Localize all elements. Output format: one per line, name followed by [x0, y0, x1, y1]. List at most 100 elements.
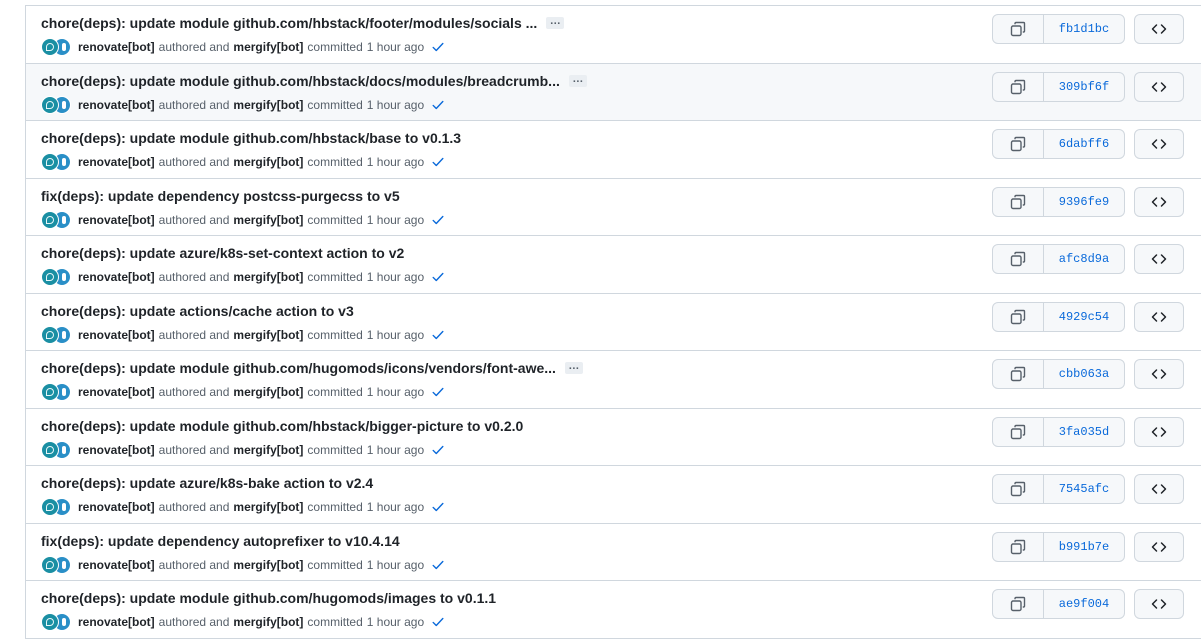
- check-icon[interactable]: [431, 558, 445, 572]
- avatar-stack[interactable]: [41, 153, 75, 171]
- avatar[interactable]: [41, 325, 59, 344]
- committer-link[interactable]: mergify[bot]: [233, 328, 303, 342]
- avatar[interactable]: [41, 440, 59, 459]
- commit-sha-link[interactable]: 3fa035d: [1044, 418, 1124, 446]
- author-link[interactable]: renovate[bot]: [78, 213, 155, 227]
- browse-repo-button[interactable]: [1134, 244, 1184, 274]
- expand-message-button[interactable]: …: [546, 16, 565, 29]
- copy-sha-button[interactable]: [993, 590, 1044, 618]
- avatar[interactable]: [41, 498, 59, 516]
- avatar[interactable]: [41, 555, 59, 574]
- commit-sha-link[interactable]: 6dabff6: [1044, 130, 1124, 158]
- check-icon[interactable]: [431, 270, 445, 284]
- commit-sha-link[interactable]: fb1d1bc: [1044, 15, 1124, 43]
- browse-repo-button[interactable]: [1134, 531, 1184, 562]
- browse-repo-button[interactable]: [1134, 589, 1184, 619]
- browse-repo-button[interactable]: [1134, 416, 1184, 447]
- author-link[interactable]: renovate[bot]: [78, 98, 155, 112]
- expand-message-button[interactable]: …: [568, 73, 587, 87]
- commit-title-link[interactable]: chore(deps): update module github.com/hb…: [41, 418, 523, 434]
- avatar-stack[interactable]: [41, 38, 75, 56]
- avatar-stack[interactable]: [41, 268, 75, 286]
- commit-title-link[interactable]: chore(deps): update azure/k8s-set-contex…: [41, 245, 404, 261]
- copy-sha-button[interactable]: [993, 360, 1044, 388]
- avatar[interactable]: [41, 153, 59, 171]
- commit-title-link[interactable]: chore(deps): update module github.com/hb…: [41, 15, 537, 31]
- copy-sha-button[interactable]: [993, 532, 1044, 561]
- author-link[interactable]: renovate[bot]: [78, 328, 155, 342]
- author-link[interactable]: renovate[bot]: [78, 385, 155, 399]
- copy-sha-button[interactable]: [993, 130, 1044, 158]
- committer-link[interactable]: mergify[bot]: [233, 558, 303, 572]
- commit-sha-link[interactable]: b991b7e: [1044, 533, 1124, 561]
- avatar-stack[interactable]: [41, 95, 75, 114]
- avatar[interactable]: [41, 613, 59, 631]
- commit-sha-link[interactable]: 4929c54: [1044, 303, 1124, 331]
- author-link[interactable]: renovate[bot]: [78, 558, 155, 572]
- commit-sha-link[interactable]: ae9f004: [1044, 590, 1124, 618]
- commit-sha-link[interactable]: 9396fe9: [1044, 188, 1124, 216]
- avatar-stack[interactable]: [41, 555, 75, 574]
- avatar-stack[interactable]: [41, 498, 75, 516]
- check-icon[interactable]: [431, 213, 445, 227]
- commit-title-link[interactable]: chore(deps): update module github.com/hb…: [41, 73, 560, 89]
- commit-title-link[interactable]: fix(deps): update dependency postcss-pur…: [41, 188, 400, 204]
- copy-sha-button[interactable]: [993, 475, 1044, 503]
- commit-sha-link[interactable]: 309bf6f: [1044, 73, 1124, 101]
- copy-sha-button[interactable]: [993, 15, 1044, 43]
- committer-link[interactable]: mergify[bot]: [233, 270, 303, 284]
- commit-sha-link[interactable]: afc8d9a: [1044, 245, 1124, 273]
- commit-title-link[interactable]: chore(deps): update module github.com/hb…: [41, 130, 461, 146]
- browse-repo-button[interactable]: [1134, 71, 1184, 102]
- check-icon[interactable]: [431, 98, 445, 112]
- avatar-stack[interactable]: [41, 440, 75, 459]
- avatar-stack[interactable]: [41, 210, 75, 229]
- commit-sha-link[interactable]: 7545afc: [1044, 475, 1124, 503]
- browse-repo-button[interactable]: [1134, 474, 1184, 504]
- avatar-stack[interactable]: [41, 325, 75, 344]
- author-link[interactable]: renovate[bot]: [78, 500, 155, 514]
- committer-link[interactable]: mergify[bot]: [233, 213, 303, 227]
- avatar-stack[interactable]: [41, 613, 75, 631]
- check-icon[interactable]: [431, 155, 445, 169]
- copy-sha-button[interactable]: [993, 72, 1044, 101]
- committer-link[interactable]: mergify[bot]: [233, 155, 303, 169]
- author-link[interactable]: renovate[bot]: [78, 155, 155, 169]
- copy-sha-button[interactable]: [993, 417, 1044, 446]
- avatar[interactable]: [41, 95, 59, 114]
- author-link[interactable]: renovate[bot]: [78, 443, 155, 457]
- avatar[interactable]: [41, 268, 59, 286]
- commit-title-link[interactable]: chore(deps): update actions/cache action…: [41, 303, 354, 319]
- check-icon[interactable]: [431, 500, 445, 514]
- author-link[interactable]: renovate[bot]: [78, 40, 155, 54]
- committer-link[interactable]: mergify[bot]: [233, 98, 303, 112]
- committer-link[interactable]: mergify[bot]: [233, 615, 303, 629]
- browse-repo-button[interactable]: [1134, 129, 1184, 159]
- check-icon[interactable]: [431, 328, 445, 342]
- commit-title-link[interactable]: chore(deps): update module github.com/hu…: [41, 590, 496, 606]
- copy-sha-button[interactable]: [993, 187, 1044, 216]
- committer-link[interactable]: mergify[bot]: [233, 40, 303, 54]
- commit-title-link[interactable]: chore(deps): update module github.com/hu…: [41, 360, 556, 376]
- avatar[interactable]: [41, 210, 59, 229]
- check-icon[interactable]: [431, 40, 445, 54]
- copy-sha-button[interactable]: [993, 245, 1044, 273]
- committer-link[interactable]: mergify[bot]: [233, 443, 303, 457]
- committer-link[interactable]: mergify[bot]: [233, 500, 303, 514]
- commit-title-link[interactable]: chore(deps): update azure/k8s-bake actio…: [41, 475, 373, 491]
- copy-sha-button[interactable]: [993, 302, 1044, 331]
- commit-title-link[interactable]: fix(deps): update dependency autoprefixe…: [41, 533, 400, 549]
- browse-repo-button[interactable]: [1134, 14, 1184, 44]
- author-link[interactable]: renovate[bot]: [78, 615, 155, 629]
- avatar[interactable]: [41, 383, 59, 401]
- check-icon[interactable]: [431, 385, 445, 399]
- expand-message-button[interactable]: …: [564, 361, 583, 374]
- browse-repo-button[interactable]: [1134, 186, 1184, 217]
- check-icon[interactable]: [431, 615, 445, 629]
- browse-repo-button[interactable]: [1134, 301, 1184, 332]
- author-link[interactable]: renovate[bot]: [78, 270, 155, 284]
- avatar-stack[interactable]: [41, 383, 75, 401]
- browse-repo-button[interactable]: [1134, 359, 1184, 389]
- commit-sha-link[interactable]: cbb063a: [1044, 360, 1124, 388]
- avatar[interactable]: [41, 38, 59, 56]
